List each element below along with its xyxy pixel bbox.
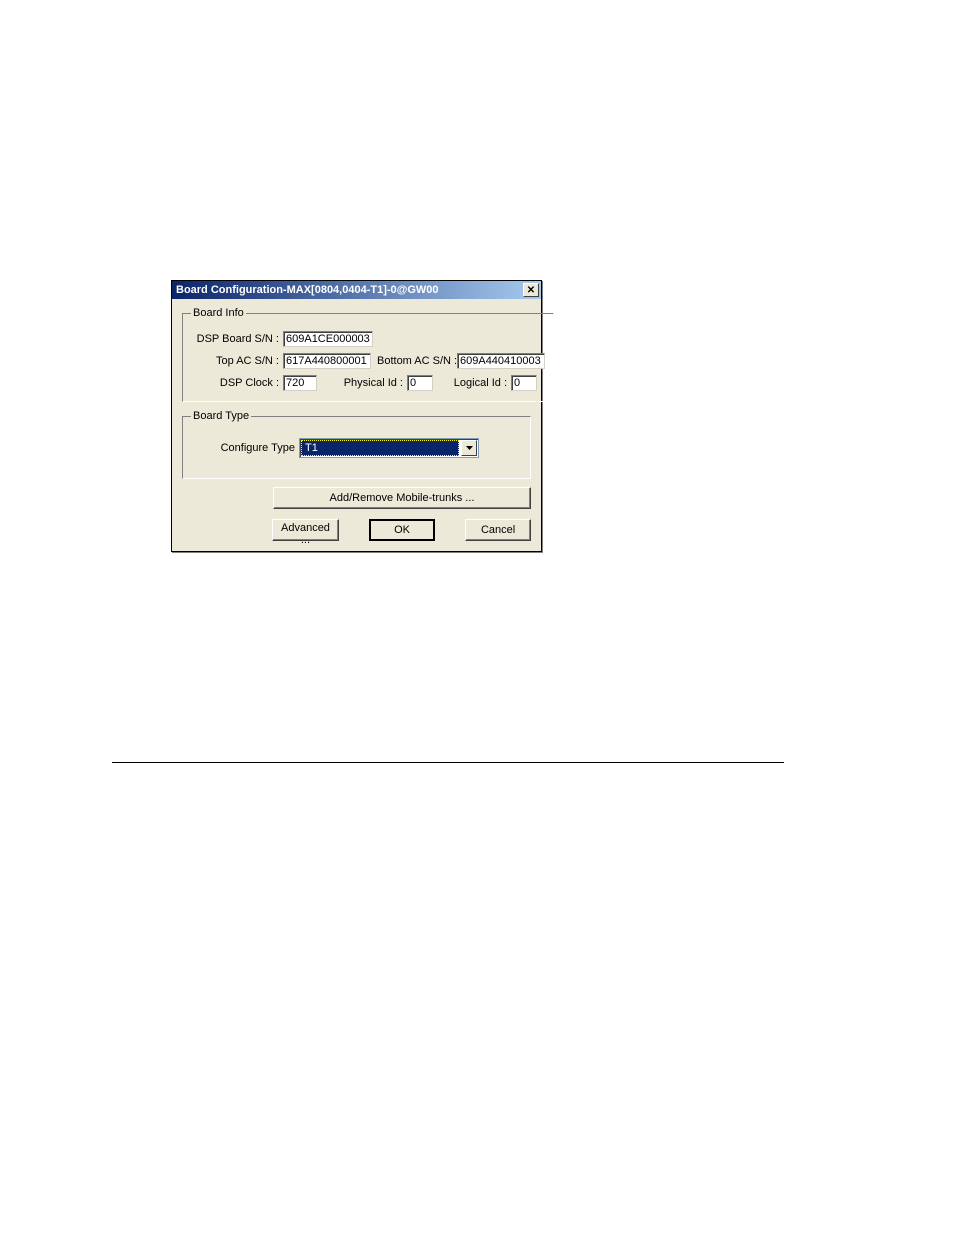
bottom-ac-sn-field[interactable] <box>457 353 545 369</box>
row-dsp-board-sn: DSP Board S/N : <box>191 331 545 347</box>
dsp-clock-label: DSP Clock : <box>191 377 283 389</box>
cancel-button[interactable]: Cancel <box>465 519 531 541</box>
physical-id-label: Physical Id : <box>317 377 407 389</box>
window-title: Board Configuration-MAX[0804,0404-T1]-0@… <box>174 284 439 296</box>
add-remove-row: Add/Remove Mobile-trunks ... <box>182 487 531 509</box>
configure-type-label: Configure Type <box>191 442 299 454</box>
bottom-ac-sn-label: Bottom AC S/N : <box>371 355 457 367</box>
logical-id-field[interactable] <box>511 375 537 391</box>
top-ac-sn-label: Top AC S/N : <box>191 355 283 367</box>
board-configuration-dialog: Board Configuration-MAX[0804,0404-T1]-0@… <box>171 280 542 552</box>
horizontal-rule <box>112 762 784 763</box>
dropdown-arrow-button[interactable] <box>461 440 477 456</box>
button-row: Advanced ... OK Cancel <box>182 519 531 541</box>
close-icon: ✕ <box>527 285 535 296</box>
row-ac-sn: Top AC S/N : Bottom AC S/N : <box>191 353 545 369</box>
top-ac-sn-field[interactable] <box>283 353 371 369</box>
logical-id-label: Logical Id : <box>433 377 511 389</box>
close-button[interactable]: ✕ <box>523 283 539 297</box>
advanced-button[interactable]: Advanced ... <box>272 519 339 541</box>
dialog-content: Board Info DSP Board S/N : Top AC S/N : … <box>172 299 541 551</box>
titlebar: Board Configuration-MAX[0804,0404-T1]-0@… <box>172 281 541 299</box>
add-remove-mobile-trunks-button[interactable]: Add/Remove Mobile-trunks ... <box>273 487 531 509</box>
row-configure-type: Configure Type T1 <box>191 438 522 458</box>
board-type-legend: Board Type <box>191 410 251 422</box>
chevron-down-icon <box>466 446 473 450</box>
board-info-legend: Board Info <box>191 307 246 319</box>
dsp-board-sn-label: DSP Board S/N : <box>191 333 283 345</box>
row-clock-ids: DSP Clock : Physical Id : Logical Id : <box>191 375 545 391</box>
configure-type-value: T1 <box>301 440 459 456</box>
ok-button[interactable]: OK <box>369 519 435 541</box>
dsp-clock-field[interactable] <box>283 375 317 391</box>
board-type-group: Board Type Configure Type T1 <box>182 410 531 479</box>
physical-id-field[interactable] <box>407 375 433 391</box>
configure-type-select[interactable]: T1 <box>299 438 479 458</box>
dsp-board-sn-field[interactable] <box>283 331 373 347</box>
board-info-group: Board Info DSP Board S/N : Top AC S/N : … <box>182 307 554 402</box>
